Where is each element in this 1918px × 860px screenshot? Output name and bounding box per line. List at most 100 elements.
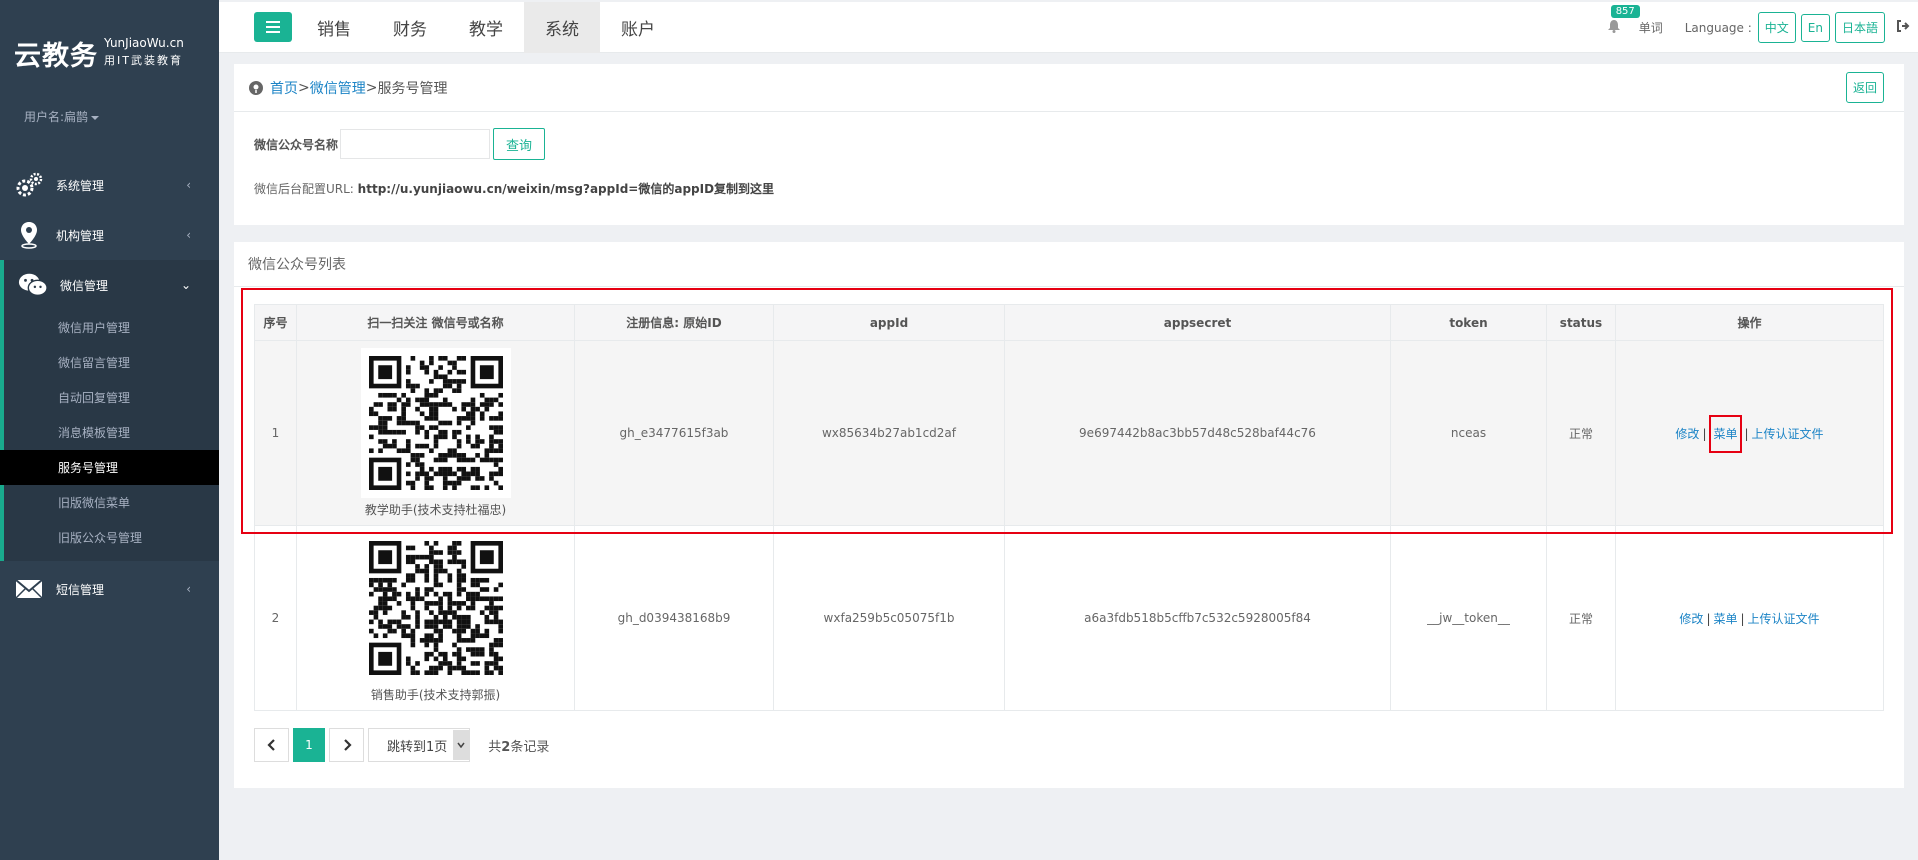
edit-link[interactable]: 修改: [1675, 427, 1699, 441]
chevron-down-icon: [453, 730, 470, 760]
submenu-auto-reply[interactable]: 自动回复管理: [4, 380, 219, 415]
accounts-table: 序号 扫一扫关注 微信号或名称 注册信息: 原始ID appId appsecr…: [254, 304, 1884, 711]
col-qr: 扫一扫关注 微信号或名称: [296, 304, 575, 341]
chevron-left-icon: ‹: [186, 582, 191, 596]
cell-ops: 修改 | 菜单 | 上传认证文件: [1615, 525, 1884, 711]
envelope-icon: [14, 574, 44, 604]
logo: 云教务 YunJiaoWu.cn 用IT武装教育: [0, 0, 219, 108]
cell-no: 1: [254, 340, 297, 526]
cell-origin-id: gh_d039438168b9: [574, 525, 774, 711]
separator: |: [1702, 426, 1707, 441]
cell-appid: wxfa259b5c05075f1b: [773, 525, 1005, 711]
table-header: 序号 扫一扫关注 微信号或名称 注册信息: 原始ID appId appsecr…: [254, 304, 1884, 341]
cell-no: 2: [254, 525, 297, 711]
search-card: 首页 > 微信管理 > 服务号管理 返回 微信公众号名称 查询 微信后台配置UR…: [234, 64, 1904, 225]
submenu-message-templates[interactable]: 消息模板管理: [4, 415, 219, 450]
col-no: 序号: [254, 304, 297, 341]
breadcrumb-wechat[interactable]: 微信管理: [310, 78, 366, 98]
separator: |: [1744, 426, 1749, 441]
col-status: status: [1546, 304, 1616, 341]
config-url: 微信后台配置URL: http://u.yunjiaowu.cn/weixin/…: [234, 160, 1904, 197]
col-appid: appId: [773, 304, 1005, 341]
gears-icon: [14, 170, 44, 200]
breadcrumb-home[interactable]: 首页: [270, 78, 298, 98]
logo-main: 云教务: [14, 41, 98, 72]
separator: |: [1740, 611, 1745, 626]
edit-link[interactable]: 修改: [1679, 612, 1703, 626]
submenu-service-accounts[interactable]: 服务号管理: [0, 450, 219, 485]
account-name: 销售助手(技术支持郭振): [370, 688, 501, 702]
config-url-value: http://u.yunjiaowu.cn/weixin/msg?appId=微…: [357, 182, 775, 196]
top-nav-account[interactable]: 账户: [600, 2, 676, 53]
upload-cert-link[interactable]: 上传认证文件: [1752, 427, 1824, 441]
logo-site: YunJiaoWu.cn: [104, 36, 184, 50]
chevron-right-icon: [343, 739, 352, 751]
config-prefix: 微信后台配置URL:: [254, 182, 358, 196]
account-name: 教学助手(技术支持杜福忠): [364, 503, 507, 517]
top-nav-finance[interactable]: 财务: [372, 2, 448, 53]
chevron-down-icon: ⌄: [180, 278, 191, 292]
qr-code-icon: [360, 533, 511, 683]
sidebar-item-label: 短信管理: [56, 582, 105, 597]
separator: |: [1706, 611, 1711, 626]
top-nav-sales[interactable]: 销售: [296, 2, 372, 53]
search-input[interactable]: [340, 129, 491, 159]
logout-icon[interactable]: [1896, 19, 1910, 36]
chevron-left-icon: [266, 739, 275, 751]
chevron-left-icon: ‹: [186, 228, 191, 242]
top-nav-system[interactable]: 系统: [524, 1, 600, 53]
back-button[interactable]: 返回: [1845, 72, 1884, 103]
cell-origin-id: gh_e3477615f3ab: [574, 340, 774, 526]
cell-appsecret: 9e697442b8ac3bb57d48c528baf44c76: [1004, 340, 1391, 526]
upload-cert-link[interactable]: 上传认证文件: [1748, 612, 1820, 626]
breadcrumb-sep: >: [365, 79, 378, 96]
lang-ja-button[interactable]: 日本語: [1834, 12, 1885, 43]
sidebar-item-sms[interactable]: 短信管理 ‹: [0, 561, 219, 617]
breadcrumb-sep: >: [298, 79, 310, 96]
top-nav-teaching[interactable]: 教学: [448, 2, 524, 53]
word-link[interactable]: 单词: [1639, 19, 1663, 36]
submenu-legacy-menu[interactable]: 旧版微信菜单: [4, 485, 219, 520]
lang-en-button[interactable]: En: [1800, 13, 1830, 42]
wechat-submenu: 微信用户管理 微信留言管理 自动回复管理 消息模板管理 服务号管理 旧版微信菜单…: [0, 310, 219, 561]
user-label: 用户名:扁鹊: [24, 110, 89, 124]
lang-zh-button[interactable]: 中文: [1757, 12, 1796, 43]
cell-token: __jw__token__: [1390, 525, 1547, 711]
search-button[interactable]: 查询: [493, 128, 546, 160]
qr-code-icon: [360, 348, 511, 498]
cell-token: nceas: [1390, 340, 1547, 526]
topbar: 销售 财务 教学 系统 账户 857 单词 Language : 中文 En 日…: [219, 1, 1918, 53]
col-appsecret: appsecret: [1004, 304, 1391, 341]
list-title: 微信公众号列表: [234, 242, 1904, 287]
sidebar-item-org[interactable]: 机构管理 ‹: [0, 210, 219, 260]
next-page-button[interactable]: [329, 728, 364, 762]
notification-bell[interactable]: 857: [1607, 5, 1640, 36]
list-card: 微信公众号列表 序号 扫一扫关注 微信号或名称 注册信息: 原始ID appId…: [234, 242, 1904, 788]
prev-page-button[interactable]: [254, 728, 289, 762]
sidebar-item-label: 系统管理: [56, 178, 105, 193]
top-right-tools: 857 单词 Language : 中文 En 日本語: [1607, 2, 1918, 53]
top-nav: 销售 财务 教学 系统 账户: [296, 1, 676, 53]
jump-page-select[interactable]: 跳转到1页: [368, 728, 471, 762]
location-icon: [249, 80, 263, 95]
sidebar: 云教务 YunJiaoWu.cn 用IT武装教育 用户名:扁鹊 系统管理 ‹ 机…: [0, 0, 219, 860]
logo-slogan: 用IT武装教育: [104, 54, 183, 67]
table-row: 2 销售助手(技术支持郭振) gh_d039438168b9 wxfa259b5…: [254, 525, 1884, 711]
menu-link[interactable]: 菜单: [1713, 612, 1737, 626]
col-origin-id: 注册信息: 原始ID: [574, 304, 774, 341]
menu-link[interactable]: 菜单: [1709, 414, 1742, 453]
cell-status: 正常: [1546, 525, 1616, 711]
sidebar-item-system[interactable]: 系统管理 ‹: [0, 160, 219, 210]
page-number[interactable]: 1: [293, 728, 325, 762]
submenu-wechat-users[interactable]: 微信用户管理: [4, 310, 219, 345]
cell-status: 正常: [1546, 340, 1616, 526]
cell-appsecret: a6a3fdb518b5cffb7c532c5928005f84: [1004, 525, 1391, 711]
submenu-legacy-accounts[interactable]: 旧版公众号管理: [4, 520, 219, 555]
sidebar-item-wechat[interactable]: 微信管理 ⌄: [0, 260, 219, 310]
submenu-wechat-messages[interactable]: 微信留言管理: [4, 345, 219, 380]
breadcrumb: 首页 > 微信管理 > 服务号管理: [234, 64, 1904, 112]
map-marker-icon: [14, 220, 44, 250]
menu-toggle-button[interactable]: [254, 12, 292, 42]
user-menu[interactable]: 用户名:扁鹊: [0, 108, 219, 160]
caret-down-icon: [91, 115, 100, 120]
